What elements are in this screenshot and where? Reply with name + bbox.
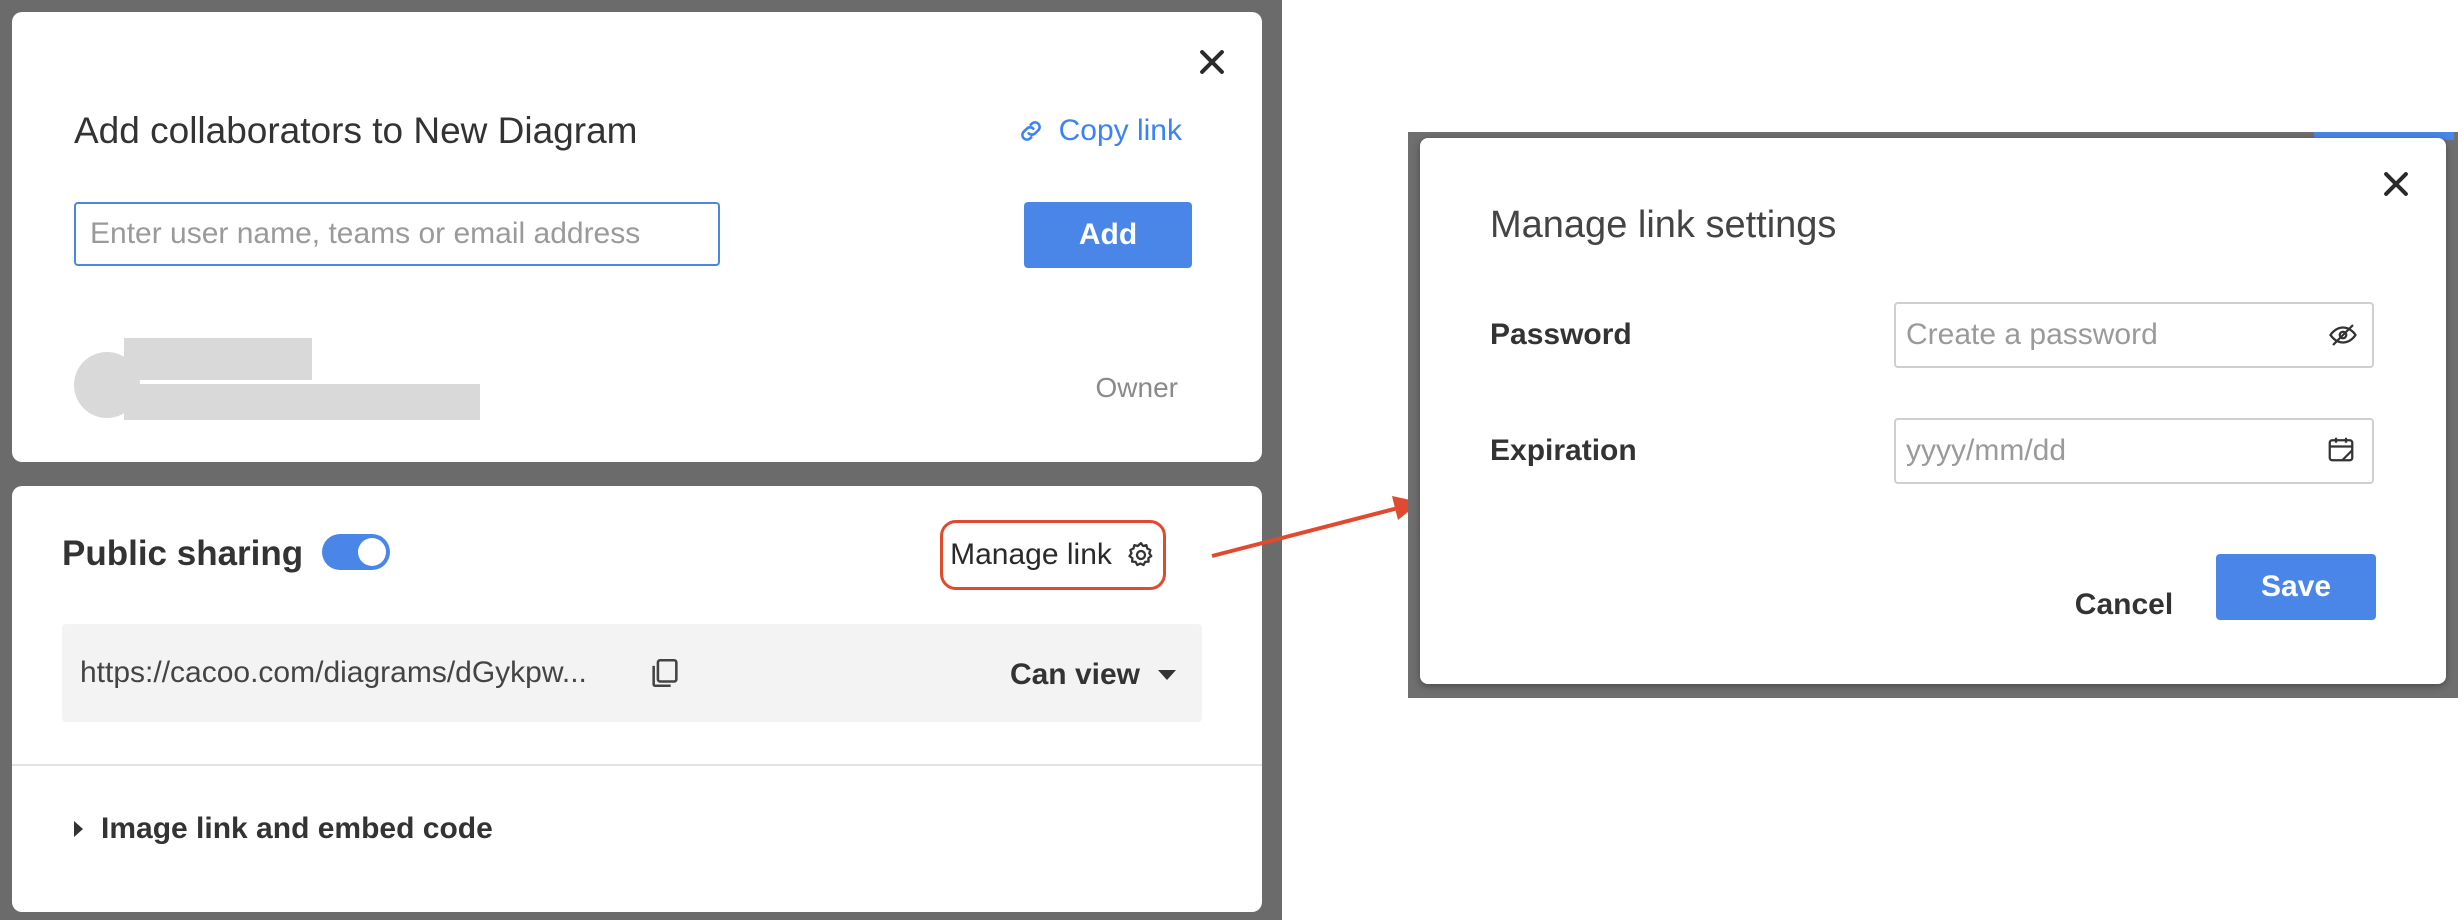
eye-off-icon[interactable] xyxy=(2328,322,2358,353)
password-input[interactable] xyxy=(1894,302,2374,368)
password-label: Password xyxy=(1490,318,1632,351)
manage-link-modal: Manage link settings Password Expiration… xyxy=(1420,138,2446,684)
expiration-input[interactable] xyxy=(1894,418,2374,484)
modal-title: Manage link settings xyxy=(1490,204,1837,246)
cancel-button[interactable]: Cancel xyxy=(2042,572,2206,638)
save-button[interactable]: Save xyxy=(2216,554,2376,620)
close-icon[interactable] xyxy=(2376,164,2416,204)
expiration-label: Expiration xyxy=(1490,434,1637,467)
calendar-icon[interactable] xyxy=(2326,434,2356,469)
